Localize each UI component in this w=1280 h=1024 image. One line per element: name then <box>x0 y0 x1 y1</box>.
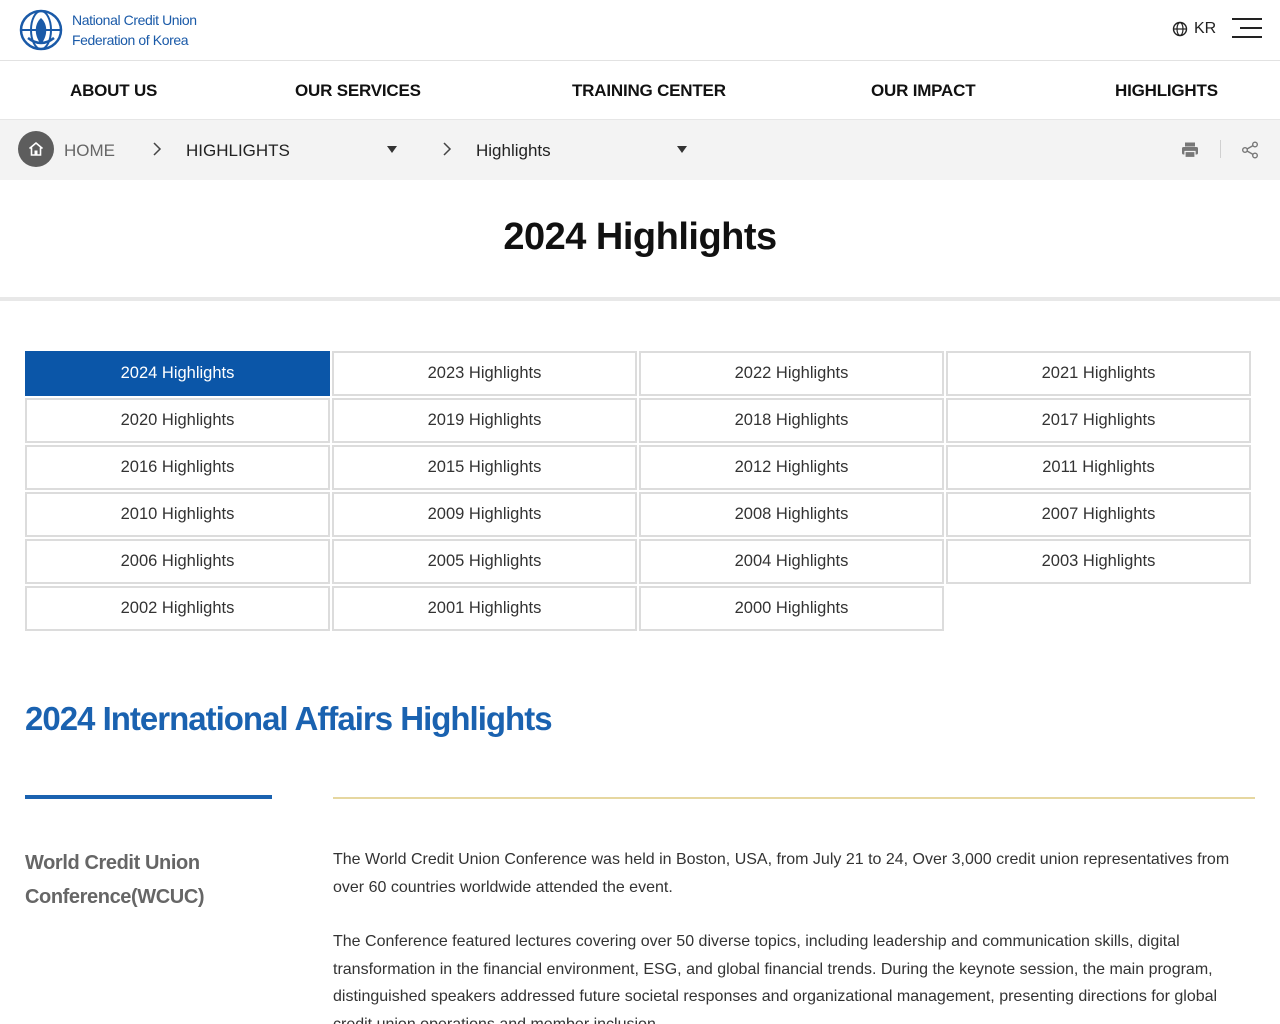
home-icon <box>28 142 44 156</box>
chevron-right-icon <box>443 142 452 156</box>
nav-item-training-center[interactable]: TRAINING CENTER <box>572 81 726 101</box>
breadcrumb: HOME HIGHLIGHTS Highlights <box>0 120 1280 180</box>
section-sub-heading: World Credit Union Conference(WCUC) <box>25 852 205 908</box>
year-tab-2006[interactable]: 2006 Highlights <box>25 539 330 584</box>
section-divider <box>333 797 1255 799</box>
nav-item-our-services[interactable]: OUR SERVICES <box>295 81 421 101</box>
year-tab-2015[interactable]: 2015 Highlights <box>332 445 637 490</box>
year-tab-2008[interactable]: 2008 Highlights <box>639 492 944 537</box>
year-tab-2012[interactable]: 2012 Highlights <box>639 445 944 490</box>
year-tab-2018[interactable]: 2018 Highlights <box>639 398 944 443</box>
year-tab-2000[interactable]: 2000 Highlights <box>639 586 944 631</box>
year-tab-2001[interactable]: 2001 Highlights <box>332 586 637 631</box>
breadcrumb-select-level1[interactable]: HIGHLIGHTS <box>186 132 398 168</box>
nav-item-our-impact[interactable]: OUR IMPACT <box>871 81 976 101</box>
logo-line-2: Federation of Korea <box>72 32 189 48</box>
year-tab-2023[interactable]: 2023 Highlights <box>332 351 637 396</box>
main-nav: ABOUT US OUR SERVICES TRAINING CENTER OU… <box>0 61 1280 120</box>
year-tab-2021[interactable]: 2021 Highlights <box>946 351 1251 396</box>
year-tab-2019[interactable]: 2019 Highlights <box>332 398 637 443</box>
year-tab-2003[interactable]: 2003 Highlights <box>946 539 1251 584</box>
logo-text: National Credit Union Federation of Kore… <box>72 10 197 50</box>
year-tab-2002[interactable]: 2002 Highlights <box>25 586 330 631</box>
year-tab-2010[interactable]: 2010 Highlights <box>25 492 330 537</box>
breadcrumb-home-label[interactable]: HOME <box>64 141 115 161</box>
breadcrumb-level2-label: Highlights <box>476 141 551 160</box>
year-tab-2005[interactable]: 2005 Highlights <box>332 539 637 584</box>
year-tab-2011[interactable]: 2011 Highlights <box>946 445 1251 490</box>
home-button[interactable] <box>18 131 54 167</box>
page-title: 2024 Highlights <box>503 216 777 258</box>
year-tab-2009[interactable]: 2009 Highlights <box>332 492 637 537</box>
toolbar-divider <box>1220 140 1221 158</box>
hamburger-menu-icon[interactable] <box>1230 16 1262 40</box>
section-paragraph-2: The Conference featured lectures coverin… <box>333 933 1218 1024</box>
section-body: The World Credit Union Conference was he… <box>333 846 1255 1024</box>
breadcrumb-level1-label: HIGHLIGHTS <box>186 141 290 160</box>
print-icon[interactable] <box>1180 140 1200 160</box>
year-tab-2024[interactable]: 2024 Highlights <box>25 351 330 396</box>
caret-down-icon <box>387 146 397 153</box>
year-tab-2004[interactable]: 2004 Highlights <box>639 539 944 584</box>
site-logo[interactable]: National Credit Union Federation of Kore… <box>18 8 197 52</box>
section-paragraph-1: The World Credit Union Conference was he… <box>333 851 1230 896</box>
nav-item-about-us[interactable]: ABOUT US <box>70 81 157 101</box>
language-switch[interactable]: KR <box>1172 20 1216 38</box>
title-divider <box>0 297 1280 301</box>
logo-emblem-icon <box>19 9 63 51</box>
globe-icon <box>1172 21 1188 37</box>
chevron-right-icon <box>153 142 162 156</box>
year-tab-2016[interactable]: 2016 Highlights <box>25 445 330 490</box>
section-accent-rule <box>25 795 272 799</box>
breadcrumb-select-level2[interactable]: Highlights <box>476 132 688 168</box>
logo-line-1: National Credit Union <box>72 12 197 28</box>
section-title: 2024 International Affairs Highlights <box>25 700 553 737</box>
site-header: National Credit Union Federation of Kore… <box>0 0 1280 61</box>
year-tab-2017[interactable]: 2017 Highlights <box>946 398 1251 443</box>
year-tab-2022[interactable]: 2022 Highlights <box>639 351 944 396</box>
share-icon[interactable] <box>1240 140 1260 160</box>
year-tab-2020[interactable]: 2020 Highlights <box>25 398 330 443</box>
language-label: KR <box>1194 20 1217 37</box>
year-tab-2007[interactable]: 2007 Highlights <box>946 492 1251 537</box>
caret-down-icon <box>677 146 687 153</box>
nav-item-highlights[interactable]: HIGHLIGHTS <box>1115 81 1218 101</box>
